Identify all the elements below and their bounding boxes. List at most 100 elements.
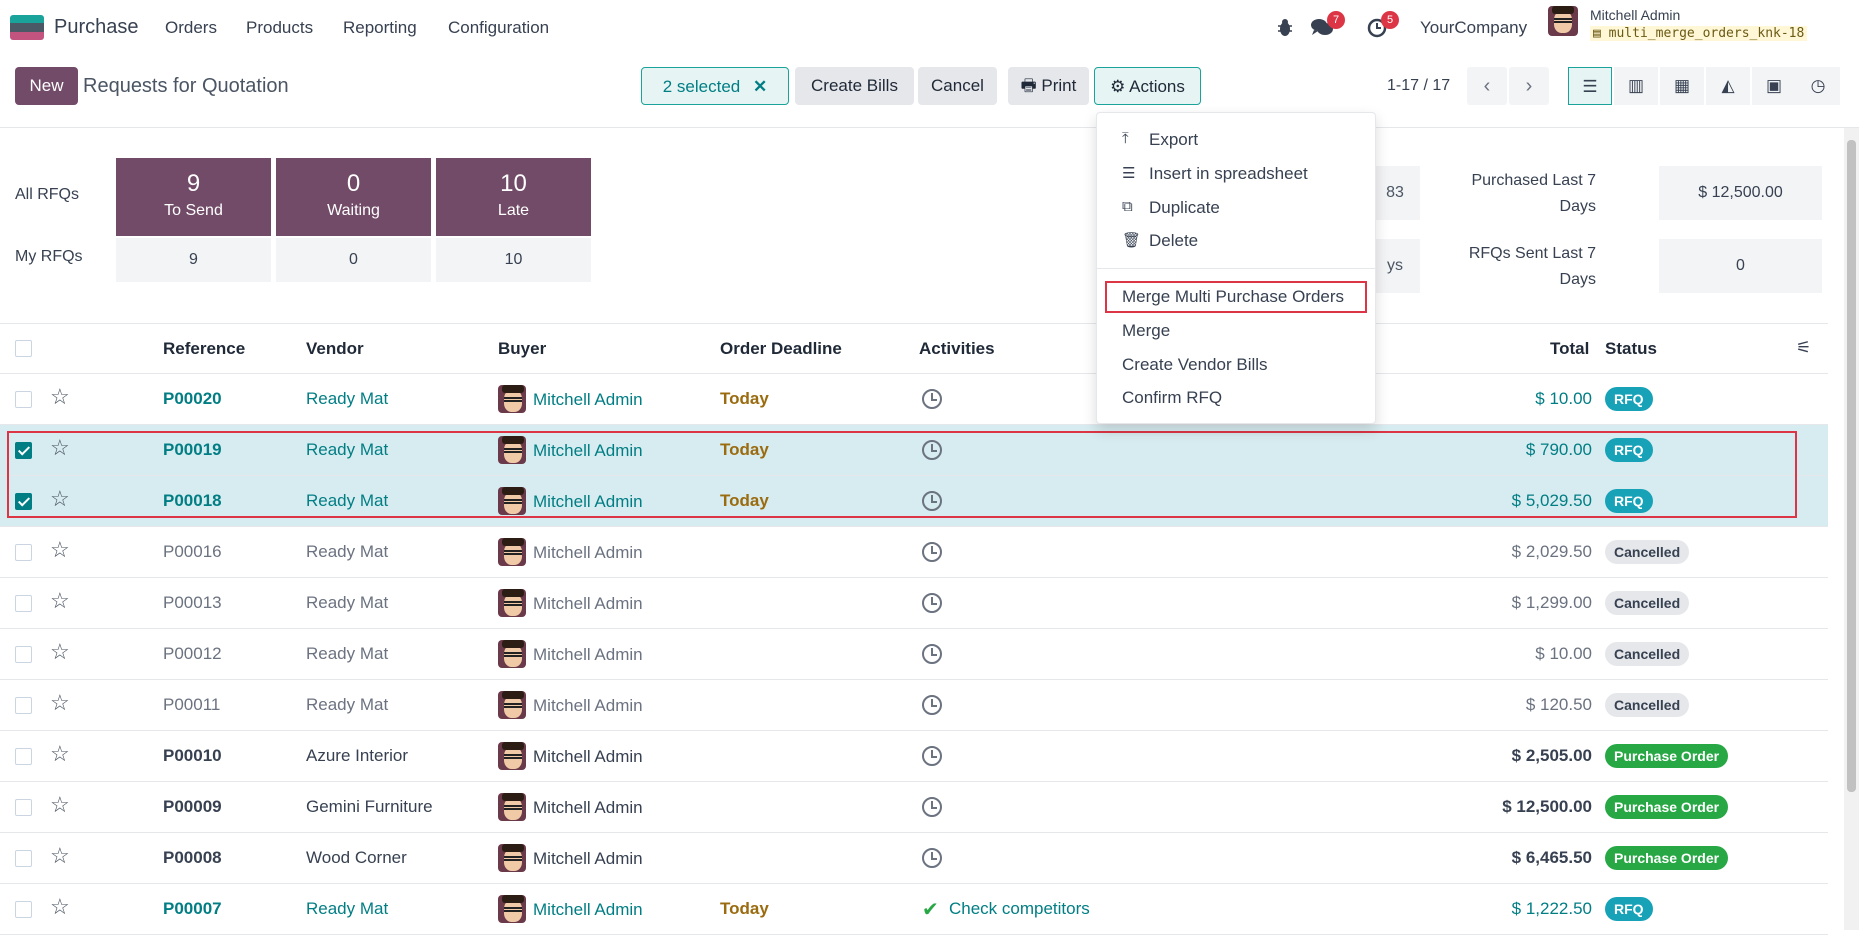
table-row[interactable]: ☆ P00007 Ready Mat Mitchell Admin Today ✔ Chec…	[0, 884, 1828, 935]
cell-buyer[interactable]: Mitchell Admin	[533, 390, 643, 410]
col-order-deadline[interactable]: Order Deadline	[720, 339, 842, 359]
action-create-vendor-bills[interactable]: Create Vendor Bills	[1122, 355, 1268, 375]
status-badge: Purchase Order	[1605, 846, 1729, 870]
table-row[interactable]: ☆ P00009 Gemini Furniture Mitchell Admin $ 1…	[0, 782, 1828, 833]
row-checkbox[interactable]	[15, 391, 32, 408]
action-confirm-rfq[interactable]: Confirm RFQ	[1122, 388, 1222, 408]
row-checkbox[interactable]	[15, 799, 32, 816]
graph-view-icon[interactable]: ◭	[1706, 67, 1750, 105]
my-late-count[interactable]: 10	[436, 238, 591, 282]
activity-clock-icon[interactable]	[922, 644, 942, 664]
action-export[interactable]: Export	[1149, 130, 1198, 150]
row-checkbox[interactable]	[15, 901, 32, 918]
rfqs-sent-label-line1: RFQs Sent Last 7	[1468, 245, 1596, 262]
menu-configuration[interactable]: Configuration	[448, 18, 549, 38]
col-reference[interactable]: Reference	[163, 339, 245, 359]
cell-activity[interactable]: Check competitors	[949, 899, 1090, 919]
activity-clock-icon[interactable]	[922, 593, 942, 613]
priority-star-icon[interactable]: ☆	[50, 588, 70, 614]
row-checkbox[interactable]	[15, 544, 32, 561]
kanban-view-icon[interactable]: ▥	[1614, 67, 1658, 105]
cancel-button[interactable]: Cancel	[918, 67, 997, 105]
table-row[interactable]: ☆ P00020 Ready Mat Mitchell Admin Today $ 10.…	[0, 374, 1828, 425]
actions-dropdown: ⤒ Export ☰ Insert in spreadsheet ⧉ Dupli…	[1096, 112, 1376, 424]
new-button[interactable]: New	[15, 67, 78, 105]
menu-products[interactable]: Products	[246, 18, 313, 38]
debug-bug-icon[interactable]	[1276, 17, 1294, 37]
row-checkbox[interactable]	[15, 595, 32, 612]
pager-next-icon[interactable]: ›	[1509, 67, 1549, 105]
pager-value[interactable]: 1-17 / 17	[1387, 77, 1450, 95]
col-status[interactable]: Status	[1605, 339, 1657, 359]
database-label: multi_merge_orders_knk-18	[1608, 26, 1805, 41]
col-activities[interactable]: Activities	[919, 339, 995, 359]
row-checkbox[interactable]	[15, 697, 32, 714]
action-insert-spreadsheet[interactable]: Insert in spreadsheet	[1149, 164, 1308, 184]
user-avatar[interactable]	[1548, 6, 1578, 36]
cell-vendor[interactable]: Ready Mat	[306, 389, 388, 409]
optional-columns-sliders-icon[interactable]: ⚟	[1796, 338, 1811, 358]
activity-clock-icon[interactable]	[922, 389, 942, 409]
activity-clock-icon[interactable]	[922, 746, 942, 766]
calendar-view-icon[interactable]: ▣	[1752, 67, 1796, 105]
app-name[interactable]: Purchase	[54, 16, 139, 39]
row-checkbox[interactable]	[15, 850, 32, 867]
priority-star-icon[interactable]: ☆	[50, 384, 70, 410]
priority-star-icon[interactable]: ☆	[50, 639, 70, 665]
table-row[interactable]: ☆ P00008 Wood Corner Mitchell Admin $ 6,465.…	[0, 833, 1828, 884]
scrollbar-thumb[interactable]	[1847, 140, 1856, 792]
waiting-tile[interactable]: 0 Waiting	[276, 158, 431, 236]
print-button[interactable]: 🖶 Print	[1008, 67, 1089, 105]
col-total[interactable]: Total	[1550, 339, 1589, 359]
col-buyer[interactable]: Buyer	[498, 339, 546, 359]
row-checkbox[interactable]	[15, 646, 32, 663]
actions-label: Actions	[1129, 77, 1185, 96]
activity-clock-icon[interactable]	[922, 542, 942, 562]
pager-previous-icon[interactable]: ‹	[1467, 67, 1507, 105]
messages-badge: 7	[1327, 11, 1345, 29]
row-checkbox[interactable]	[15, 748, 32, 765]
priority-star-icon[interactable]: ☆	[50, 690, 70, 716]
create-bills-button[interactable]: Create Bills	[795, 67, 914, 105]
action-merge[interactable]: Merge	[1122, 321, 1170, 341]
priority-star-icon[interactable]: ☆	[50, 537, 70, 563]
my-waiting-count[interactable]: 0	[276, 238, 431, 282]
action-duplicate[interactable]: Duplicate	[1149, 198, 1220, 218]
action-merge-multi-purchase-orders[interactable]: Merge Multi Purchase Orders	[1122, 287, 1344, 307]
priority-star-icon[interactable]: ☆	[50, 843, 70, 869]
priority-star-icon[interactable]: ☆	[50, 741, 70, 767]
unselect-close-icon[interactable]: ✕	[753, 77, 767, 96]
late-tile[interactable]: 10 Late	[436, 158, 591, 236]
rfqs-sent-label-line2: Days	[1559, 271, 1596, 288]
table-row[interactable]: ☆ P00016 Ready Mat Mitchell Admin $ 2,029.50…	[0, 527, 1828, 578]
status-badge: Purchase Order	[1605, 795, 1729, 819]
cell-buyer[interactable]: Mitchell Admin	[533, 900, 643, 920]
select-all-checkbox[interactable]	[15, 340, 32, 357]
priority-star-icon[interactable]: ☆	[50, 792, 70, 818]
company-switcher[interactable]: YourCompany	[1420, 18, 1527, 38]
list-view-icon[interactable]: ☰	[1568, 67, 1612, 105]
status-badge: Cancelled	[1605, 693, 1690, 717]
table-row[interactable]: ☆ P00012 Ready Mat Mitchell Admin $ 10.00 Can…	[0, 629, 1828, 680]
cell-vendor[interactable]: Ready Mat	[306, 899, 388, 919]
to-send-tile[interactable]: 9 To Send	[116, 158, 271, 236]
action-delete[interactable]: Delete	[1149, 231, 1198, 251]
table-row[interactable]: ☆ P00013 Ready Mat Mitchell Admin $ 1,299.00…	[0, 578, 1828, 629]
purchase-app-icon[interactable]	[10, 15, 44, 40]
actions-button[interactable]: ⚙ Actions	[1094, 67, 1201, 105]
activity-clock-icon[interactable]	[922, 848, 942, 868]
priority-star-icon[interactable]: ☆	[50, 894, 70, 920]
user-name[interactable]: Mitchell Admin	[1590, 7, 1680, 23]
table-row[interactable]: ☆ P00010 Azure Interior Mitchell Admin $ 2,5…	[0, 731, 1828, 782]
table-row[interactable]: ☆ P00011 Ready Mat Mitchell Admin $ 120.50 Ca…	[0, 680, 1828, 731]
pivot-view-icon[interactable]: ▦	[1660, 67, 1704, 105]
activity-clock-icon[interactable]	[922, 695, 942, 715]
activity-view-icon[interactable]: ◷	[1796, 67, 1840, 105]
menu-orders[interactable]: Orders	[165, 18, 217, 38]
col-vendor[interactable]: Vendor	[306, 339, 364, 359]
menu-reporting[interactable]: Reporting	[343, 18, 417, 38]
my-to-send-count[interactable]: 9	[116, 238, 271, 282]
selection-indicator[interactable]: 2 selected ✕	[641, 67, 789, 105]
cell-vendor: Ready Mat	[306, 542, 389, 561]
activity-clock-icon[interactable]	[922, 797, 942, 817]
